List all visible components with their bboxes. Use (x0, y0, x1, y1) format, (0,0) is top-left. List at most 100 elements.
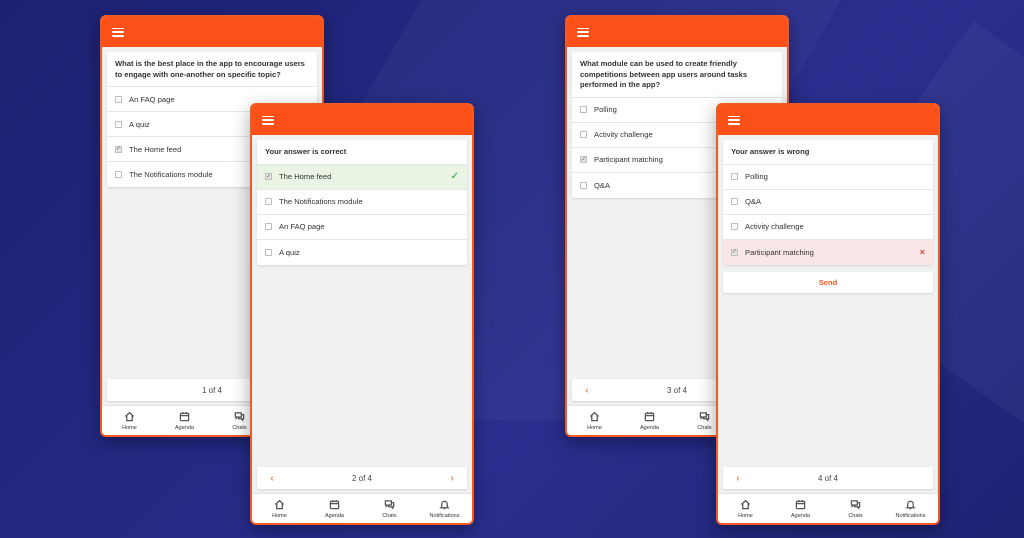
nav-label: Agenda (325, 512, 344, 519)
result-card: Your answer is wrong Polling Q&A Activit… (723, 140, 933, 265)
nav-label: Home (587, 424, 602, 431)
checkbox-checked[interactable]: ✓ (580, 156, 587, 163)
nav-agenda[interactable]: Agenda (625, 411, 675, 431)
answer-option-wrong[interactable]: ✓ Participant matching × (723, 239, 933, 265)
nav-agenda[interactable]: Agenda (310, 499, 360, 519)
hamburger-menu-icon[interactable] (728, 115, 740, 125)
answer-option[interactable]: Polling (723, 165, 933, 190)
calendar-icon (179, 411, 190, 421)
checkbox-checked[interactable]: ✓ (115, 145, 122, 153)
answer-option[interactable]: Activity challenge (723, 215, 933, 240)
answer-option[interactable]: A quiz (257, 240, 467, 265)
option-label: Polling (745, 172, 768, 181)
nav-label: Chats (382, 512, 397, 519)
chat-icon (850, 499, 861, 510)
nav-label: Notifications (429, 512, 460, 519)
bell-icon (439, 500, 450, 509)
nav-agenda[interactable]: Agenda (776, 499, 826, 519)
checkbox-checked[interactable]: ✓ (731, 248, 738, 256)
answer-option[interactable]: The Notifications module (257, 190, 467, 215)
answer-option-correct[interactable]: ✓ The Home feed ✓ (257, 164, 467, 190)
nav-notifications[interactable]: Notifications (420, 499, 470, 519)
question-text: What is the best place in the app to enc… (107, 52, 317, 87)
calendar-icon (795, 499, 806, 509)
pager: ‹ 2 of 4 › (257, 467, 467, 489)
send-button[interactable]: Send (723, 271, 933, 293)
nav-label: Agenda (791, 512, 810, 519)
checkbox[interactable] (265, 223, 272, 230)
nav-chats[interactable]: Chats (365, 499, 415, 519)
checkbox[interactable] (115, 171, 122, 178)
checkbox[interactable] (265, 248, 272, 256)
home-icon (589, 411, 600, 421)
option-label: The Home feed (279, 172, 332, 181)
chat-icon (384, 499, 395, 510)
hamburger-menu-icon[interactable] (112, 27, 124, 37)
question-text: What module can be used to create friend… (572, 52, 782, 98)
nav-label: Agenda (640, 424, 659, 431)
calendar-icon (644, 411, 655, 421)
checkbox[interactable] (580, 106, 587, 113)
option-label: A quiz (279, 247, 300, 257)
wrong-x-icon: × (919, 247, 925, 257)
home-icon (124, 411, 135, 421)
chat-icon (699, 411, 710, 422)
nav-label: Notifications (895, 512, 926, 519)
prev-arrow-icon[interactable]: ‹ (582, 385, 592, 396)
checkbox[interactable] (115, 120, 122, 128)
bottom-nav: Home Agenda Chats Notifications (252, 493, 472, 523)
hamburger-menu-icon[interactable] (577, 27, 589, 37)
checkbox[interactable] (731, 223, 738, 230)
checkbox[interactable] (115, 95, 122, 103)
bottom-nav: Home Agenda Chats Notifications (718, 493, 938, 523)
app-bar (252, 105, 472, 135)
bell-icon (905, 500, 916, 509)
home-icon (274, 499, 285, 509)
nav-label: Agenda (175, 424, 194, 431)
option-label: An FAQ page (279, 222, 325, 231)
app-bar (567, 17, 787, 47)
checkbox[interactable] (731, 173, 738, 180)
result-text: Your answer is correct (257, 140, 467, 165)
pager: ‹ 4 of 4 › (723, 467, 933, 489)
checkbox[interactable] (731, 198, 738, 205)
hamburger-menu-icon[interactable] (262, 115, 274, 125)
nav-home[interactable]: Home (570, 411, 620, 431)
prev-arrow-icon[interactable]: ‹ (267, 473, 277, 484)
checkbox[interactable] (580, 181, 587, 189)
app-bar (102, 17, 322, 47)
nav-notifications[interactable]: Notifications (886, 499, 936, 519)
checkbox[interactable] (265, 198, 272, 205)
home-icon (740, 499, 751, 509)
option-label: Participant matching (745, 247, 814, 257)
nav-home[interactable]: Home (105, 411, 155, 431)
checkbox[interactable] (580, 131, 587, 138)
checkbox-checked[interactable]: ✓ (265, 173, 272, 180)
quiz-screen-2: Your answer is correct ✓ The Home feed ✓… (250, 103, 474, 525)
calendar-icon (329, 499, 340, 509)
chat-icon (234, 411, 245, 422)
next-arrow-icon[interactable]: › (447, 473, 457, 484)
option-label: Activity challenge (745, 222, 804, 231)
nav-label: Home (272, 512, 287, 519)
nav-label: Chats (848, 512, 863, 519)
nav-label: Home (122, 424, 137, 431)
page-indicator: 2 of 4 (351, 473, 372, 483)
option-label: The Notifications module (279, 197, 363, 206)
correct-check-icon: ✓ (450, 171, 459, 182)
prev-arrow-icon[interactable]: ‹ (733, 473, 743, 484)
page-indicator: 3 of 4 (666, 385, 687, 395)
option-label: Q&A (745, 197, 762, 206)
page-indicator: 4 of 4 (817, 473, 838, 483)
nav-agenda[interactable]: Agenda (160, 411, 210, 431)
answer-option[interactable]: An FAQ page (257, 215, 467, 240)
nav-label: Chats (232, 424, 247, 431)
page-indicator: 1 of 4 (201, 385, 222, 395)
app-bar (718, 105, 938, 135)
nav-home[interactable]: Home (255, 499, 305, 519)
answer-option[interactable]: Q&A (723, 190, 933, 215)
quiz-screen-4: Your answer is wrong Polling Q&A Activit… (716, 103, 940, 525)
nav-label: Home (738, 512, 753, 519)
nav-home[interactable]: Home (721, 499, 771, 519)
nav-chats[interactable]: Chats (831, 499, 881, 519)
